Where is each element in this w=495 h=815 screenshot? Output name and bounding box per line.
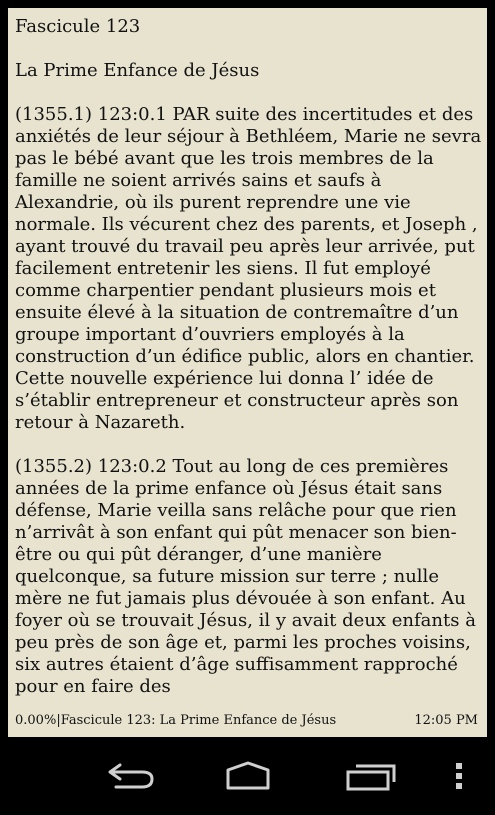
clock: 12:05 PM bbox=[414, 713, 478, 728]
chapter-title: Fascicule 123 bbox=[15, 16, 141, 37]
reading-status-bar: 0.00%|Fascicule 123: La Prime Enfance de… bbox=[15, 712, 478, 730]
progress-percent: 0.00% bbox=[15, 713, 57, 728]
recent-apps-button[interactable] bbox=[336, 751, 404, 801]
overflow-menu-button[interactable] bbox=[444, 751, 474, 801]
paragraph: (1355.2) 123:0.2 Tout au long de ces pre… bbox=[15, 456, 476, 697]
paragraph: (1355.1) 123:0.1 PAR suite des incertitu… bbox=[15, 104, 482, 433]
chapter-indicator: Fascicule 123: La Prime Enfance de Jésus bbox=[60, 713, 337, 728]
system-navigation-bar bbox=[0, 737, 495, 815]
menu-icon bbox=[456, 763, 462, 789]
status-left: 0.00%|Fascicule 123: La Prime Enfance de… bbox=[15, 712, 336, 730]
home-icon bbox=[226, 761, 270, 790]
chapter-subtitle: La Prime Enfance de Jésus bbox=[15, 60, 260, 81]
reader-page[interactable]: Fascicule 123 La Prime Enfance de Jésus … bbox=[8, 8, 487, 737]
recent-apps-icon bbox=[346, 764, 396, 791]
book-content: Fascicule 123 La Prime Enfance de Jésus … bbox=[15, 16, 482, 698]
home-button[interactable] bbox=[212, 751, 284, 801]
page-text-area[interactable]: Fascicule 123 La Prime Enfance de Jésus … bbox=[8, 8, 487, 698]
back-button[interactable] bbox=[95, 751, 165, 801]
back-icon bbox=[108, 763, 154, 789]
